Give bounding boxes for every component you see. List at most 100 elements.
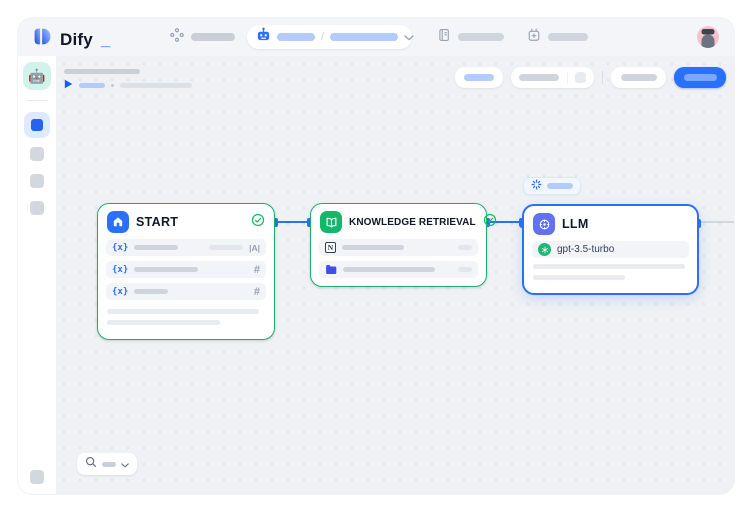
- app-switcher[interactable]: /: [247, 25, 412, 49]
- node-output-handle[interactable]: [697, 219, 701, 228]
- logo-accent: _: [101, 29, 110, 50]
- sidebar-item-2[interactable]: [30, 147, 44, 161]
- workspace-menu[interactable]: [170, 30, 235, 44]
- node-title: START: [136, 215, 244, 229]
- zoom-icon: [85, 455, 97, 473]
- dataset-row: [319, 261, 478, 278]
- variable-row: {x} #: [106, 283, 266, 300]
- user-avatar[interactable]: [697, 26, 719, 48]
- variable-row: {x} |A|: [106, 239, 266, 256]
- active-item-icon: [31, 119, 43, 131]
- play-icon[interactable]: [64, 76, 73, 94]
- sidebar-app-icon[interactable]: 🤖: [23, 62, 51, 90]
- top-header: Dify _ /: [18, 18, 734, 56]
- edge-llm-out: [701, 221, 734, 223]
- sidebar-item-4[interactable]: [30, 201, 44, 215]
- run-status-row: [64, 80, 192, 90]
- breadcrumb-separator: /: [321, 31, 324, 43]
- app-name-skeleton: [277, 33, 315, 41]
- dot-separator: [111, 84, 114, 87]
- sidebar-divider: [26, 100, 48, 101]
- dataset-name-skeleton: [343, 267, 435, 272]
- plus-box-icon: [527, 28, 541, 47]
- features-button[interactable]: [455, 67, 503, 88]
- home-icon: [107, 211, 129, 233]
- left-sidebar: 🤖: [18, 56, 56, 494]
- check-circle-icon: [251, 213, 265, 232]
- book-open-icon: [320, 211, 342, 233]
- more-icon: [575, 72, 586, 83]
- chevron-down-icon: [121, 455, 129, 473]
- toolbar-divider: [602, 71, 603, 84]
- dify-logo: Dify _: [32, 26, 110, 52]
- run-button[interactable]: [611, 67, 666, 88]
- app-emoji: 🤖: [28, 68, 45, 85]
- docs-button[interactable]: [437, 30, 504, 44]
- workflow-canvas[interactable]: START {x} |A| {x} #: [56, 56, 734, 494]
- canvas-toolbar: [455, 67, 726, 88]
- preview-button[interactable]: [512, 67, 567, 88]
- dataset-name-skeleton: [342, 245, 404, 250]
- model-row: gpt-3.5-turbo: [532, 241, 689, 258]
- orchestrate-icon: [170, 28, 184, 47]
- dataset-meta-skeleton: [458, 245, 472, 250]
- preview-split-button[interactable]: [511, 67, 594, 88]
- edge-start-to-kr: [275, 221, 310, 223]
- node-start[interactable]: START {x} |A| {x} #: [97, 203, 275, 340]
- dataset-row: N: [319, 239, 478, 256]
- llm-brain-icon: [533, 213, 555, 235]
- notion-icon: N: [325, 242, 336, 253]
- preview-more-button[interactable]: [568, 67, 594, 88]
- node-kr-header: KNOWLEDGE RETRIEVAL: [311, 204, 486, 239]
- openai-icon: [538, 243, 551, 256]
- folder-icon: [325, 264, 337, 275]
- workflow-title-skeleton: [64, 69, 140, 74]
- variable-icon: {x}: [112, 265, 128, 275]
- variable-name-skeleton: [134, 289, 168, 294]
- node-input-handle[interactable]: [520, 219, 524, 228]
- dataset-meta-skeleton: [458, 267, 472, 272]
- zoom-level-skeleton: [102, 462, 116, 467]
- features-label-skeleton: [464, 74, 494, 81]
- variable-type: #: [254, 264, 260, 276]
- docs-label-skeleton: [458, 33, 504, 41]
- node-knowledge-retrieval[interactable]: KNOWLEDGE RETRIEVAL N: [310, 203, 487, 287]
- workspace-label-skeleton: [191, 33, 235, 41]
- new-label-skeleton: [548, 33, 588, 41]
- publish-button[interactable]: [674, 67, 726, 88]
- node-desc-skeleton: [107, 320, 220, 325]
- sidebar-item-3[interactable]: [30, 174, 44, 188]
- spinner-icon: [531, 177, 542, 195]
- run-meta-skeleton: [120, 83, 192, 88]
- logo-text: Dify: [60, 29, 93, 50]
- variable-name-skeleton: [134, 267, 198, 272]
- new-app-button[interactable]: [527, 30, 588, 44]
- node-start-header: START: [98, 204, 274, 239]
- running-status-badge: [523, 177, 581, 195]
- bot-icon: [256, 27, 271, 47]
- book-icon: [437, 28, 451, 47]
- node-llm[interactable]: LLM gpt-3.5-turbo: [522, 204, 699, 295]
- app-window: Dify _ /: [18, 18, 734, 494]
- variable-type: |A|: [249, 243, 260, 253]
- workflow-name-skeleton: [330, 33, 398, 41]
- zoom-control[interactable]: [77, 453, 137, 475]
- chevron-down-icon: [404, 28, 414, 46]
- sidebar-item-active[interactable]: [24, 112, 50, 138]
- publish-label-skeleton: [684, 74, 717, 81]
- run-label-skeleton: [79, 83, 105, 88]
- node-desc-skeleton: [533, 275, 625, 280]
- variable-value-skeleton: [209, 245, 243, 250]
- status-label-skeleton: [547, 183, 573, 189]
- variable-name-skeleton: [134, 245, 178, 250]
- node-title: KNOWLEDGE RETRIEVAL: [349, 217, 476, 228]
- node-title: LLM: [562, 217, 688, 231]
- variable-row: {x} #: [106, 261, 266, 278]
- model-name: gpt-3.5-turbo: [557, 244, 614, 255]
- sidebar-item-bottom[interactable]: [30, 470, 44, 484]
- node-llm-header: LLM: [524, 206, 697, 241]
- node-desc-skeleton: [533, 264, 685, 269]
- variable-type: #: [254, 286, 260, 298]
- variable-icon: {x}: [112, 243, 128, 253]
- node-desc-skeleton: [107, 309, 259, 314]
